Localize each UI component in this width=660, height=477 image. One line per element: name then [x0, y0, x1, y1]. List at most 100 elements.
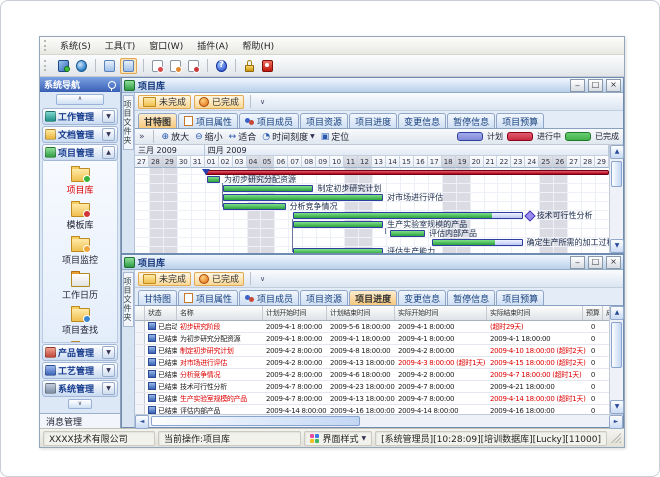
globe-icon[interactable]: [74, 59, 89, 73]
sidebar-item[interactable]: 模板库: [43, 199, 117, 231]
scroll-up-icon[interactable]: ▲: [610, 145, 624, 159]
minimize-button[interactable]: [570, 256, 585, 269]
chevron-down-icon[interactable]: ▼: [102, 364, 115, 377]
table-row[interactable]: 已结束制定初步研究计划2009-4-2 8:00:002009-4-8 18:0…: [135, 345, 609, 357]
help-icon[interactable]: [214, 59, 229, 73]
tab-甘特图[interactable]: 甘特图: [138, 113, 177, 128]
project-folders-tab[interactable]: 项目文件夹: [123, 272, 134, 327]
table-row[interactable]: 已结束为初步研究分配资源2009-4-1 8:00:002009-4-1 18:…: [135, 333, 609, 345]
maximize-button[interactable]: [588, 256, 603, 269]
row-selector[interactable]: [135, 357, 145, 368]
sidebar-item[interactable]: 项目库: [43, 164, 117, 196]
chevron-down-icon[interactable]: ▼: [102, 110, 115, 123]
gantt-window-titlebar[interactable]: 项目库: [122, 78, 623, 93]
sidebar-group-button[interactable]: 工作管理▼: [42, 108, 118, 125]
column-header[interactable]: 计划开始时间: [263, 306, 327, 320]
table-vertical-scrollbar[interactable]: ▲ ▼: [609, 306, 623, 414]
row-selector[interactable]: [135, 345, 145, 356]
menu-item[interactable]: 窗口(W): [142, 38, 190, 53]
ui-style-dropdown[interactable]: 界面样式 ▼: [304, 431, 372, 446]
gantt-task-bar[interactable]: [207, 176, 220, 183]
column-header[interactable]: 实际结束时间: [487, 306, 583, 320]
row-selector[interactable]: [135, 393, 145, 404]
scroll-up-icon[interactable]: ▲: [610, 306, 624, 320]
tool-定位[interactable]: ▣定位: [321, 130, 350, 143]
tool-适合[interactable]: ↔适合: [229, 130, 257, 143]
folder-open-icon[interactable]: [120, 58, 137, 74]
gantt-vertical-scrollbar[interactable]: ▲ ▼: [609, 145, 623, 253]
scroll-down-icon[interactable]: ▼: [610, 239, 624, 253]
menu-item[interactable]: 系统(S): [53, 38, 98, 53]
tool-缩小[interactable]: ⊖缩小: [195, 130, 223, 143]
close-button[interactable]: [606, 256, 621, 269]
menu-item[interactable]: 工具(T): [98, 38, 143, 53]
sidebar-group-button[interactable]: 工艺管理▼: [42, 362, 118, 379]
tab-项目预算[interactable]: 项目预算: [496, 290, 544, 305]
table-row[interactable]: 已结束对市场进行评估2009-4-2 8:00:002009-4-13 18:0…: [135, 357, 609, 369]
menubar-grip[interactable]: [44, 40, 49, 51]
close-button[interactable]: [606, 79, 621, 92]
gantt-task-bar[interactable]: [223, 203, 286, 210]
maximize-button[interactable]: [588, 79, 603, 92]
gantt-task-bar[interactable]: [432, 239, 523, 246]
filter-button[interactable]: 未完成: [138, 95, 191, 109]
column-header[interactable]: 实际开始时间: [395, 306, 487, 320]
tab-项目资源[interactable]: 项目资源: [300, 290, 348, 305]
row-selector[interactable]: [135, 405, 145, 414]
column-header[interactable]: 计划结束时间: [327, 306, 395, 320]
gantt-task-bar[interactable]: [293, 212, 523, 219]
sidebar-group-button[interactable]: 文档管理▼: [42, 126, 118, 143]
pin-icon[interactable]: [108, 81, 116, 89]
sidebar-more-button[interactable]: ∨: [68, 399, 92, 409]
menu-item[interactable]: 帮助(H): [235, 38, 281, 53]
table-window-titlebar[interactable]: 项目库: [122, 255, 623, 270]
project-folders-tab[interactable]: 项目文件夹: [123, 95, 134, 150]
sidebar-group-button[interactable]: 项目管理▲: [42, 144, 118, 161]
toolbar-grip[interactable]: [44, 60, 49, 71]
gantt-task-bar[interactable]: [390, 230, 425, 237]
table-horizontal-scrollbar[interactable]: ◄ ►: [135, 414, 623, 427]
menu-item[interactable]: 插件(A): [190, 38, 235, 53]
folder-icon[interactable]: [102, 59, 117, 73]
tab-变更信息[interactable]: 变更信息: [398, 290, 446, 305]
scroll-thumb[interactable]: [611, 161, 622, 187]
filter-button[interactable]: 未完成: [138, 272, 191, 286]
column-header[interactable]: 状态: [145, 306, 177, 320]
sidebar-group-button[interactable]: 产品管理▼: [42, 344, 118, 361]
tab-项目进度[interactable]: 项目进度: [349, 290, 397, 305]
tool-放大[interactable]: ⊕放大: [162, 130, 190, 143]
column-header[interactable]: 名称: [177, 306, 263, 320]
tab-暂停信息[interactable]: 暂停信息: [447, 113, 495, 128]
table-row[interactable]: 已结束评估内部产品2009-4-14 8:00:002009-4-16 18:0…: [135, 405, 609, 414]
tab-项目预算[interactable]: 项目预算: [496, 113, 544, 128]
scroll-down-icon[interactable]: ▼: [610, 400, 624, 414]
scroll-left-icon[interactable]: ◄: [135, 415, 149, 429]
tab-项目属性[interactable]: 项目属性: [178, 290, 238, 305]
table-row[interactable]: 已启动初步研究阶段2009-4-1 8:00:002009-5-6 18:00:…: [135, 321, 609, 333]
filter-button[interactable]: 已完成: [194, 95, 244, 109]
more-button[interactable]: ∨: [257, 98, 268, 106]
sidebar-item[interactable]: 项目监控: [43, 234, 117, 266]
tab-项目资源[interactable]: 项目资源: [300, 113, 348, 128]
more-button[interactable]: ∨: [257, 275, 268, 283]
report-chart-icon[interactable]: [168, 59, 183, 73]
tool-时间刻度[interactable]: ◔时间刻度▼: [262, 130, 315, 143]
resize-grip[interactable]: [611, 433, 621, 443]
exit-icon[interactable]: [260, 59, 275, 73]
filter-button[interactable]: 已完成: [194, 272, 244, 286]
lock-icon[interactable]: [242, 59, 257, 73]
sidebar-collapse-button[interactable]: ∧: [56, 94, 104, 105]
scroll-thumb[interactable]: [151, 416, 360, 426]
sidebar-item[interactable]: 项目查找: [43, 304, 117, 336]
tab-项目成员[interactable]: 项目成员: [239, 113, 299, 128]
report-mail-icon[interactable]: [150, 59, 165, 73]
scroll-right-icon[interactable]: ►: [609, 415, 623, 429]
table-row[interactable]: 已结束分析竞争情况2009-4-2 8:00:002009-4-6 18:00:…: [135, 369, 609, 381]
sidebar-item[interactable]: 工作日历: [43, 269, 117, 301]
sidebar-group-button[interactable]: 系统管理▼: [42, 380, 118, 397]
row-selector[interactable]: [135, 333, 145, 344]
monitor-icon[interactable]: [56, 59, 71, 73]
scroll-thumb[interactable]: [611, 322, 622, 368]
gantt-task-bar[interactable]: [223, 194, 383, 201]
tab-甘特图[interactable]: 甘特图: [138, 290, 177, 305]
